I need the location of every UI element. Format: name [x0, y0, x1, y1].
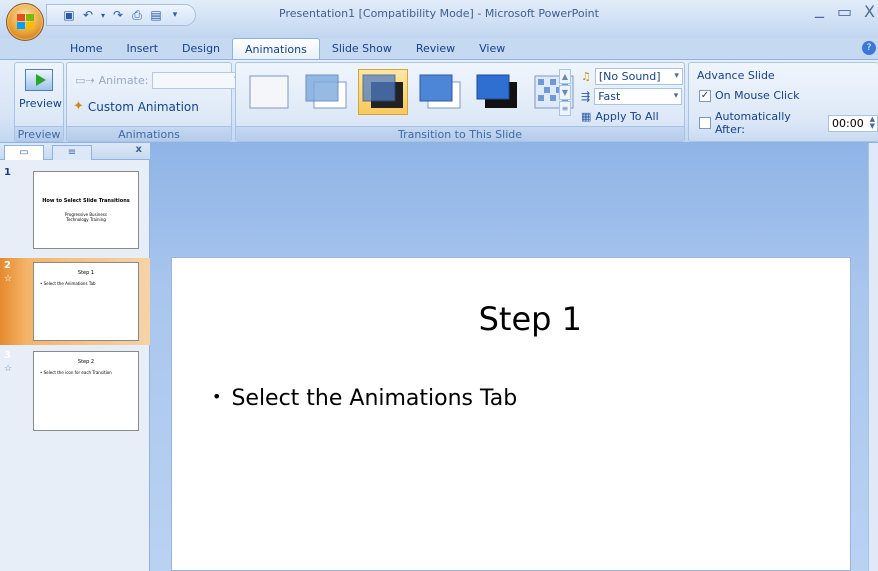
apply-to-all-icon: ▦	[581, 110, 592, 123]
custom-animation-label: Custom Animation	[87, 99, 199, 114]
slide-thumb-bullet: • Select the Animations Tab	[40, 281, 96, 286]
tab-slide-show[interactable]: Slide Show	[320, 38, 404, 60]
office-logo-icon	[17, 14, 35, 31]
transition-cut[interactable]	[415, 69, 465, 115]
slide-thumbnail-row[interactable]: 1 How to Select Slide Transitions Progre…	[0, 165, 150, 255]
advance-slide-group: Advance Slide ✓ On Mouse Click Automatic…	[688, 62, 878, 142]
auto-advance-time-value: 00:00	[832, 116, 864, 130]
transition-group: ▲ ▼ ≡ ♫ [No Sound] ⇶ Fast ▦ Apply To All…	[235, 62, 685, 142]
ribbon: Preview Preview ▭⇢ Animate: ✦ Custom Ani…	[0, 59, 878, 143]
preview-button[interactable]: Preview	[19, 67, 62, 123]
advance-slide-title-text: Advance Slide	[697, 69, 775, 82]
slide-thumbnail-row[interactable]: 2 ☆ Step 1 • Select the Animations Tab	[0, 258, 150, 345]
tab-home[interactable]: Home	[58, 38, 114, 60]
slide-thumb-title: How to Select Slide Transitions	[42, 198, 130, 204]
advance-slide-title: Advance Slide	[697, 69, 775, 82]
pane-tabs: ▭ ≡ x	[0, 143, 150, 160]
animation-star-icon: ☆	[4, 274, 13, 284]
slide-number: 3	[4, 350, 11, 361]
slide-thumbnail[interactable]: Step 2 • Select the icon for each Transi…	[33, 351, 139, 431]
slide-thumb-title: Step 2	[77, 359, 95, 365]
transition-speed-dropdown[interactable]: Fast	[594, 88, 683, 105]
transition-cut-through-black[interactable]	[472, 69, 522, 115]
gallery-scroll-down[interactable]: ▼	[559, 85, 571, 100]
animate-icon: ▭⇢	[75, 74, 95, 87]
animate-row: ▭⇢ Animate:	[75, 72, 243, 89]
slide-number: 1	[4, 167, 11, 178]
outline-tab[interactable]: ≡	[52, 145, 92, 160]
vertical-scrollbar[interactable]	[868, 143, 878, 571]
sound-icon: ♫	[581, 70, 591, 83]
animations-group: ▭⇢ Animate: ✦ Custom Animation Animation…	[66, 62, 243, 142]
custom-animation-icon: ✦	[73, 99, 84, 114]
slide-number: 2	[4, 260, 11, 271]
slide-edit-area: Step 1 • Select the Animations Tab	[150, 143, 868, 571]
transition-group-label: Transition to This Slide	[236, 126, 684, 141]
tab-design[interactable]: Design	[170, 38, 232, 60]
bullet-icon: •	[212, 387, 222, 406]
on-mouse-click-row: ✓ On Mouse Click	[699, 89, 800, 102]
slide-thumbnail-row[interactable]: 3 ☆ Step 2 • Select the icon for each Tr…	[0, 348, 150, 438]
tab-review[interactable]: Review	[404, 38, 467, 60]
transition-fade-smoothly[interactable]	[301, 69, 351, 115]
slide-thumbnail[interactable]: How to Select Slide Transitions Progress…	[33, 171, 139, 249]
current-slide[interactable]: Step 1 • Select the Animations Tab	[171, 257, 851, 571]
apply-to-all-button[interactable]: ▦ Apply To All	[581, 110, 659, 123]
auto-advance-label: Automatically After:	[714, 110, 791, 136]
apply-to-all-label: Apply To All	[595, 110, 659, 123]
transition-none[interactable]	[244, 69, 294, 115]
office-button[interactable]	[6, 3, 44, 41]
sound-row: ♫ [No Sound]	[581, 68, 683, 85]
preview-group-label: Preview	[15, 126, 63, 141]
maximize-button[interactable]: ▭	[837, 2, 852, 21]
transition-fade-through-black[interactable]	[358, 69, 408, 115]
transition-speed-value: Fast	[598, 90, 621, 103]
gallery-more[interactable]: ≡	[559, 101, 571, 116]
slide-bullet-text: Select the Animations Tab	[231, 386, 518, 411]
gallery-scroll-up[interactable]: ▲	[559, 69, 571, 84]
slide-bullet[interactable]: • Select the Animations Tab	[212, 386, 517, 411]
tab-view[interactable]: View	[467, 38, 517, 60]
slide-thumb-subtitle: Progressive Business Technology Training	[65, 212, 107, 222]
on-mouse-click-label: On Mouse Click	[715, 89, 800, 102]
preview-icon	[25, 69, 53, 91]
help-icon[interactable]: ?	[862, 41, 876, 55]
on-mouse-click-checkbox[interactable]: ✓	[699, 89, 711, 102]
auto-advance-time-input[interactable]: 00:00 ▲ ▼	[828, 114, 878, 132]
animate-label: Animate:	[98, 74, 149, 87]
auto-advance-checkbox[interactable]	[699, 117, 711, 129]
title-bar: ▣ ↶ ▾ ↷ ⎙ ▤ ▾ Presentation1 [Compatibili…	[0, 0, 878, 41]
preview-group: Preview Preview	[14, 62, 64, 142]
custom-animation-button[interactable]: ✦ Custom Animation	[73, 99, 199, 114]
transition-sound-value: [No Sound]	[598, 70, 661, 83]
transition-gallery	[244, 69, 579, 115]
slide-thumb-bullet: • Select the icon for each Transition	[40, 370, 112, 375]
slide-thumbnail[interactable]: Step 1 • Select the Animations Tab	[33, 262, 139, 341]
animation-star-icon: ☆	[4, 364, 13, 374]
speed-icon: ⇶	[581, 90, 591, 103]
slides-pane: ▭ ≡ x 1 How to Select Slide Transitions …	[0, 143, 150, 571]
transition-sound-dropdown[interactable]: [No Sound]	[594, 68, 683, 85]
window-title: Presentation1 [Compatibility Mode] - Mic…	[279, 7, 599, 20]
auto-advance-row: Automatically After: 00:00 ▲ ▼	[699, 110, 878, 136]
close-button[interactable]: X	[864, 2, 875, 21]
slide-thumb-title: Step 1	[77, 270, 95, 276]
tab-insert[interactable]: Insert	[114, 38, 170, 60]
speed-row: ⇶ Fast	[581, 88, 683, 105]
ribbon-tabs: Home Insert Design Animations Slide Show…	[58, 38, 517, 60]
transition-dissolve[interactable]	[529, 69, 579, 115]
preview-button-label: Preview	[19, 97, 62, 110]
slides-tab[interactable]: ▭	[4, 145, 44, 160]
animate-dropdown[interactable]	[152, 72, 243, 89]
minimize-button[interactable]: _	[815, 0, 824, 19]
tab-animations[interactable]: Animations	[232, 38, 320, 60]
spinner-arrows-icon[interactable]: ▲ ▼	[870, 115, 875, 130]
gallery-scroll: ▲ ▼ ≡	[559, 69, 571, 116]
pane-close-button[interactable]: x	[136, 144, 142, 155]
animations-group-label: Animations	[67, 126, 231, 141]
slide-title[interactable]: Step 1	[172, 300, 850, 338]
